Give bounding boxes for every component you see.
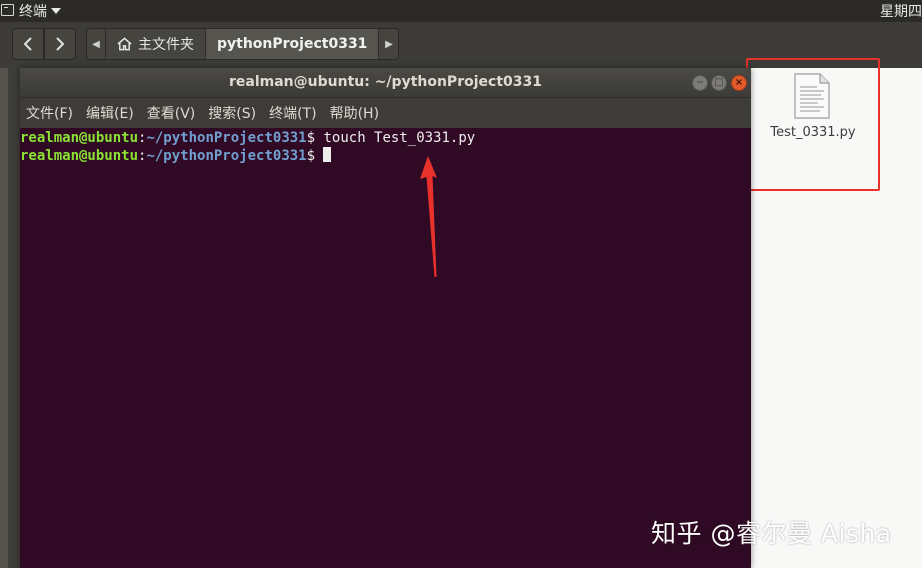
prompt-dollar: $ <box>306 130 316 146</box>
close-button[interactable]: × <box>731 75 747 91</box>
clock[interactable]: 星期四 <box>880 1 922 21</box>
menu-edit[interactable]: 编辑(E) <box>86 103 134 123</box>
forward-button[interactable] <box>44 28 76 60</box>
terminal-window: realman@ubuntu: ~/pythonProject0331 − □ … <box>20 68 751 568</box>
chevron-right-icon <box>56 37 65 51</box>
breadcrumb: ◀ 主文件夹 pythonProject0331 ▶ <box>86 28 400 60</box>
menu-file[interactable]: 文件(F) <box>26 103 73 123</box>
minimize-button[interactable]: − <box>692 75 708 91</box>
breadcrumb-scroll-right[interactable]: ▶ <box>379 28 400 60</box>
file-name: Test_0331.py <box>770 125 856 140</box>
terminal-titlebar[interactable]: realman@ubuntu: ~/pythonProject0331 − □ … <box>20 68 751 98</box>
triangle-down-icon <box>51 8 61 14</box>
breadcrumb-current-label: pythonProject0331 <box>217 36 368 52</box>
top-panel: 终端 星期四 <box>0 0 922 22</box>
home-icon <box>117 37 132 51</box>
menu-view[interactable]: 查看(V) <box>147 103 196 123</box>
chevron-left-icon <box>23 37 32 51</box>
prompt-path: ~/pythonProject0331 <box>146 130 307 146</box>
watermark: 知乎 @睿尔曼 Aisha <box>651 519 892 548</box>
annotation-arrow-icon <box>420 156 437 277</box>
prompt-user: realman@ubuntu <box>20 130 139 146</box>
terminal-line: realman@ubuntu:~/pythonProject0331$ touc… <box>20 129 751 147</box>
command-text: touch Test_0331.py <box>315 130 476 146</box>
breadcrumb-home-label: 主文件夹 <box>138 37 194 53</box>
terminal-icon <box>1 4 14 16</box>
menu-search[interactable]: 搜索(S) <box>208 103 256 123</box>
prompt-path: ~/pythonProject0331 <box>146 148 307 164</box>
breadcrumb-home[interactable]: 主文件夹 <box>106 28 206 60</box>
triangle-right-icon: ▶ <box>385 38 393 50</box>
command-text <box>315 148 323 164</box>
maximize-icon: □ <box>714 77 724 88</box>
sidebar-edge <box>0 68 8 568</box>
prompt-dollar: $ <box>306 148 316 164</box>
minimize-icon: − <box>695 77 705 88</box>
terminal-menubar: 文件(F) 编辑(E) 查看(V) 搜索(S) 终端(T) 帮助(H) <box>20 98 751 128</box>
terminal-line: realman@ubuntu:~/pythonProject0331$ <box>20 147 751 165</box>
breadcrumb-current[interactable]: pythonProject0331 <box>206 28 380 60</box>
back-button[interactable] <box>12 28 44 60</box>
terminal-output[interactable]: realman@ubuntu:~/pythonProject0331$ touc… <box>20 128 751 568</box>
triangle-left-icon: ◀ <box>92 38 100 50</box>
prompt-user: realman@ubuntu <box>20 148 139 164</box>
menu-help[interactable]: 帮助(H) <box>330 103 379 123</box>
maximize-button[interactable]: □ <box>711 75 727 91</box>
breadcrumb-scroll-left[interactable]: ◀ <box>86 28 106 60</box>
app-menu[interactable]: 终端 <box>19 1 61 21</box>
menu-terminal[interactable]: 终端(T) <box>269 103 316 123</box>
file-manager-sidebar <box>0 68 20 568</box>
python-file-icon <box>794 73 830 119</box>
file-item[interactable]: Test_0331.py <box>746 58 880 191</box>
close-icon: × <box>734 77 744 88</box>
window-title: realman@ubuntu: ~/pythonProject0331 <box>229 74 542 90</box>
text-cursor <box>323 147 332 162</box>
app-menu-label: 终端 <box>19 4 47 20</box>
